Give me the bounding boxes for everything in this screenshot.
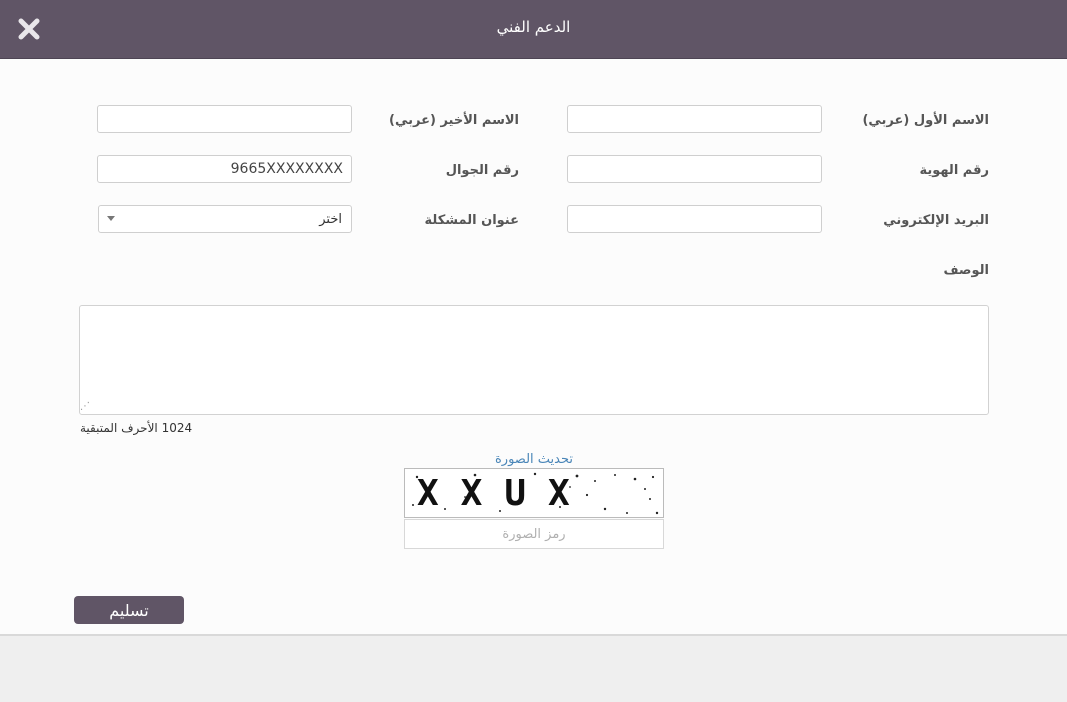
last-name-input[interactable] (97, 105, 352, 133)
issue-title-select[interactable]: اختر (98, 205, 352, 233)
email-label: البريد الإلكتروني (883, 213, 989, 228)
resize-handle-icon[interactable]: ⋰ (80, 401, 92, 413)
first-name-label: الاسم الأول (عربي) (862, 113, 989, 128)
chars-remaining: 1024 الأحرف المتبقية (80, 421, 193, 435)
captcha-image: XXUX (404, 468, 664, 518)
email-input[interactable] (567, 205, 822, 233)
chevron-down-icon (107, 216, 115, 221)
dialog-header: الدعم الفني (0, 0, 1067, 59)
captcha-input[interactable] (404, 519, 664, 549)
id-number-label: رقم الهوية (919, 163, 989, 178)
mobile-label: رقم الجوال (445, 163, 519, 178)
first-name-input[interactable] (567, 105, 822, 133)
mobile-input[interactable] (97, 155, 352, 183)
issue-title-selected: اختر (319, 212, 342, 227)
id-number-input[interactable] (567, 155, 822, 183)
dialog-footer (0, 634, 1067, 702)
last-name-label: الاسم الأخير (عربي) (389, 113, 519, 128)
description-label: الوصف (943, 263, 989, 278)
description-textarea[interactable] (79, 305, 989, 415)
refresh-captcha-link[interactable]: تحديث الصورة (404, 452, 664, 467)
captcha-text: XXUX (417, 473, 592, 514)
dialog-title: الدعم الفني (496, 18, 571, 36)
issue-title-label: عنوان المشكلة (424, 213, 519, 228)
submit-button[interactable]: تسليم (74, 596, 184, 624)
